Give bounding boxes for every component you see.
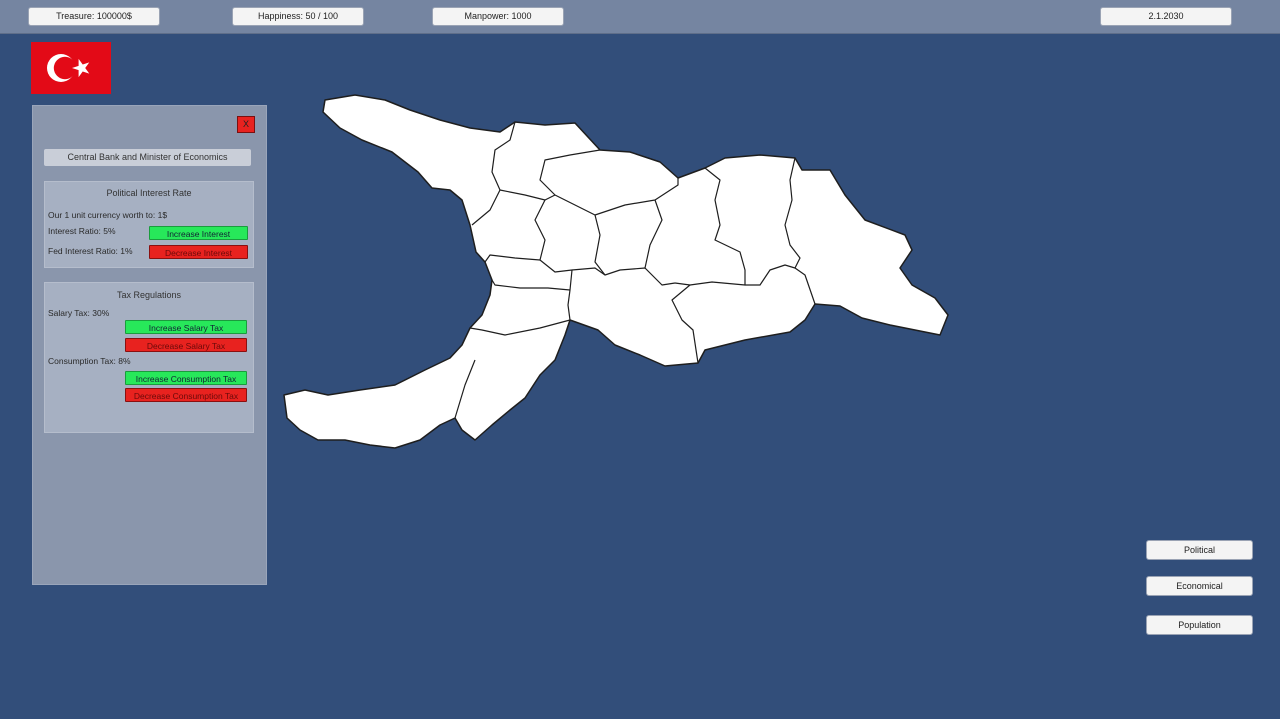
population-map-button[interactable]: Population [1147, 616, 1252, 634]
political-map-button[interactable]: Political [1147, 541, 1252, 559]
economical-map-button[interactable]: Economical [1147, 577, 1252, 595]
country-map[interactable] [0, 0, 1280, 719]
